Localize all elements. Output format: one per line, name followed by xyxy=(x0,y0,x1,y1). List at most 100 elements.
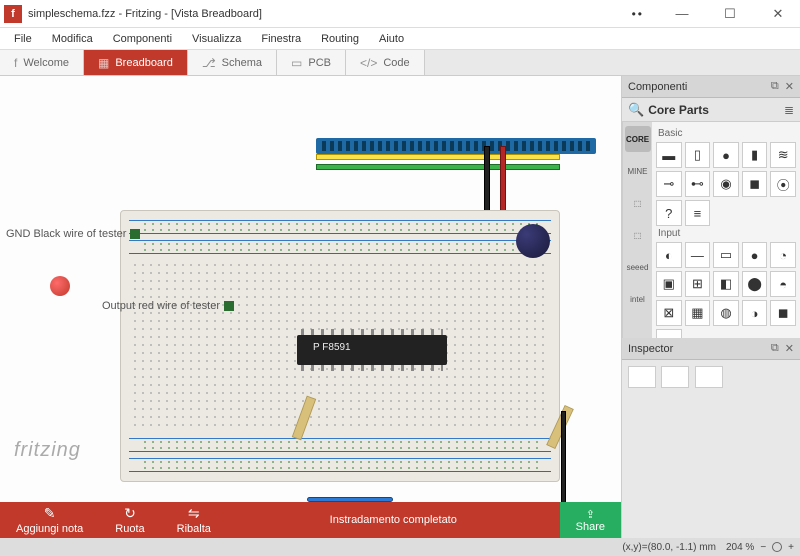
part-thumbnail[interactable]: ⦿ xyxy=(770,171,796,197)
bin-tab-core[interactable]: CORE xyxy=(625,126,651,152)
ic-chip[interactable]: P F8591 xyxy=(297,335,447,365)
menu-components[interactable]: Componenti xyxy=(105,31,180,47)
bin-tab[interactable]: ⬚ xyxy=(625,222,651,248)
menu-view[interactable]: Visualizza xyxy=(184,31,249,47)
part-thumbnail[interactable]: — xyxy=(685,242,711,268)
fritzing-logo: fritzing xyxy=(14,439,81,462)
inspector-swatch[interactable] xyxy=(695,366,723,388)
panel-title: Componenti xyxy=(628,81,687,93)
bin-tab-seeed[interactable]: seeed xyxy=(625,254,651,280)
tab-welcome[interactable]: f Welcome xyxy=(0,50,84,75)
menu-window[interactable]: Finestra xyxy=(253,31,309,47)
part-thumbnail[interactable]: ▯ xyxy=(685,142,711,168)
wire-blue[interactable] xyxy=(307,497,393,502)
bin-tab[interactable]: ⬚ xyxy=(625,190,651,216)
titlebar-overflow[interactable]: •• xyxy=(632,7,644,21)
part-thumbnail[interactable]: ▭ xyxy=(713,242,739,268)
part-thumbnail[interactable]: ◼ xyxy=(770,300,796,326)
inspector-swatch[interactable] xyxy=(628,366,656,388)
window-title: simpleschema.fzz - Fritzing - [Vista Bre… xyxy=(28,8,632,20)
part-thumbnail[interactable]: ◓ xyxy=(770,271,796,297)
zoom-out-button[interactable]: − xyxy=(760,542,766,553)
welcome-icon: f xyxy=(14,56,17,70)
wire-green[interactable] xyxy=(316,164,560,170)
status-bar: (x,y)=(80.0, -1.1) mm 204 % − + xyxy=(0,538,800,556)
arduino-board[interactable] xyxy=(316,138,596,154)
part-thumbnail[interactable]: ⊠ xyxy=(656,300,682,326)
part-thumbnail[interactable]: ◔ xyxy=(770,242,796,268)
part-thumbnail[interactable]: ◧ xyxy=(713,271,739,297)
section-label: Basic xyxy=(658,128,796,139)
close-panel-icon[interactable]: ✕ xyxy=(785,342,794,355)
button-label: Aggiungi nota xyxy=(16,523,83,535)
undock-icon[interactable]: ⧉ xyxy=(771,342,779,355)
menu-file[interactable]: File xyxy=(6,31,40,47)
tab-label: Schema xyxy=(222,57,262,69)
bin-tab-intel[interactable]: intel xyxy=(625,286,651,312)
breadboard[interactable]: P F8591 xyxy=(120,210,560,482)
action-bar: ✎ Aggiungi nota ↻ Ruota ⇋ Ribalta Instra… xyxy=(0,502,621,538)
parts-bin-tabs: CORE MINE ⬚ ⬚ seeed intel xyxy=(622,122,652,338)
rotate-button[interactable]: ↻ Ruota xyxy=(99,503,160,537)
tab-schema[interactable]: ⎇ Schema xyxy=(188,50,277,75)
part-thumbnail[interactable]: ⬤ xyxy=(742,271,768,297)
capacitor[interactable] xyxy=(516,224,550,258)
breadboard-canvas[interactable]: P F8591 GND Black wir xyxy=(0,76,621,502)
part-thumbnail[interactable]: ▣ xyxy=(656,271,682,297)
part-thumbnail[interactable]: ◑ xyxy=(742,300,768,326)
wire-yellow[interactable] xyxy=(316,154,560,160)
close-panel-icon[interactable]: ✕ xyxy=(785,80,794,93)
part-thumbnail[interactable]: ◼ xyxy=(742,171,768,197)
maximize-button[interactable]: ☐ xyxy=(712,2,748,26)
tab-pcb[interactable]: ▭ PCB xyxy=(277,50,346,75)
menu-edit[interactable]: Modifica xyxy=(44,31,101,47)
jumper-wire-long[interactable] xyxy=(561,411,566,502)
part-thumbnail[interactable]: ▬ xyxy=(656,142,682,168)
zoom-slider-handle[interactable] xyxy=(772,542,782,552)
bin-tab-mine[interactable]: MINE xyxy=(625,158,651,184)
routing-status: Instradamento completato xyxy=(227,514,560,526)
parts-grid: Basic ▬▯●▮≋⊸⊷◉◼⦿?≡ Input ◐—▭●◔▣⊞◧⬤◓⊠▦◍◑◼… xyxy=(652,122,800,338)
part-thumbnail[interactable]: ? xyxy=(656,200,682,226)
part-thumbnail[interactable]: ≋ xyxy=(770,142,796,168)
part-thumbnail[interactable]: ▦ xyxy=(685,300,711,326)
flip-button[interactable]: ⇋ Ribalta xyxy=(161,503,227,537)
part-thumbnail[interactable]: ● xyxy=(742,242,768,268)
tab-breadboard[interactable]: ▦ Breadboard xyxy=(84,50,188,75)
menu-help[interactable]: Aiuto xyxy=(371,31,412,47)
part-thumbnail[interactable]: ● xyxy=(713,142,739,168)
code-icon: </> xyxy=(360,56,377,70)
share-icon: ⇪ xyxy=(586,508,595,521)
chip-label: P F8591 xyxy=(313,342,351,353)
part-thumbnail[interactable]: ◐ xyxy=(656,242,682,268)
part-thumbnail[interactable]: ▮ xyxy=(742,142,768,168)
undock-icon[interactable]: ⧉ xyxy=(771,80,779,93)
part-thumbnail[interactable]: ◉ xyxy=(713,171,739,197)
cursor-coords: (x,y)=(80.0, -1.1) mm xyxy=(622,542,716,553)
zoom-value: 204 % xyxy=(726,542,754,553)
menu-routing[interactable]: Routing xyxy=(313,31,367,47)
close-button[interactable]: ✕ xyxy=(760,2,796,26)
led-red[interactable] xyxy=(50,276,70,296)
note-icon: ✎ xyxy=(44,505,56,522)
part-thumbnail[interactable]: ⊞ xyxy=(685,271,711,297)
breadboard-icon: ▦ xyxy=(98,56,109,70)
search-icon[interactable]: 🔍 xyxy=(628,102,644,118)
resistor[interactable] xyxy=(546,405,574,449)
part-thumbnail[interactable]: ▬ xyxy=(656,329,682,338)
tab-label: Breadboard xyxy=(115,57,173,69)
part-thumbnail[interactable]: ≡ xyxy=(685,200,711,226)
add-note-button[interactable]: ✎ Aggiungi nota xyxy=(0,503,99,537)
part-thumbnail[interactable]: ◍ xyxy=(713,300,739,326)
parts-search-row: 🔍 Core Parts ≣ xyxy=(622,98,800,122)
tab-code[interactable]: </> Code xyxy=(346,50,425,75)
zoom-in-button[interactable]: + xyxy=(788,542,794,553)
minimize-button[interactable]: — xyxy=(664,2,700,26)
part-thumbnail[interactable]: ⊷ xyxy=(685,171,711,197)
button-label: Ribalta xyxy=(177,523,211,535)
inspector-swatch[interactable] xyxy=(661,366,689,388)
tab-label: Welcome xyxy=(23,57,69,69)
list-view-icon[interactable]: ≣ xyxy=(784,103,794,117)
share-button[interactable]: ⇪ Share xyxy=(560,502,621,538)
part-thumbnail[interactable]: ⊸ xyxy=(656,171,682,197)
